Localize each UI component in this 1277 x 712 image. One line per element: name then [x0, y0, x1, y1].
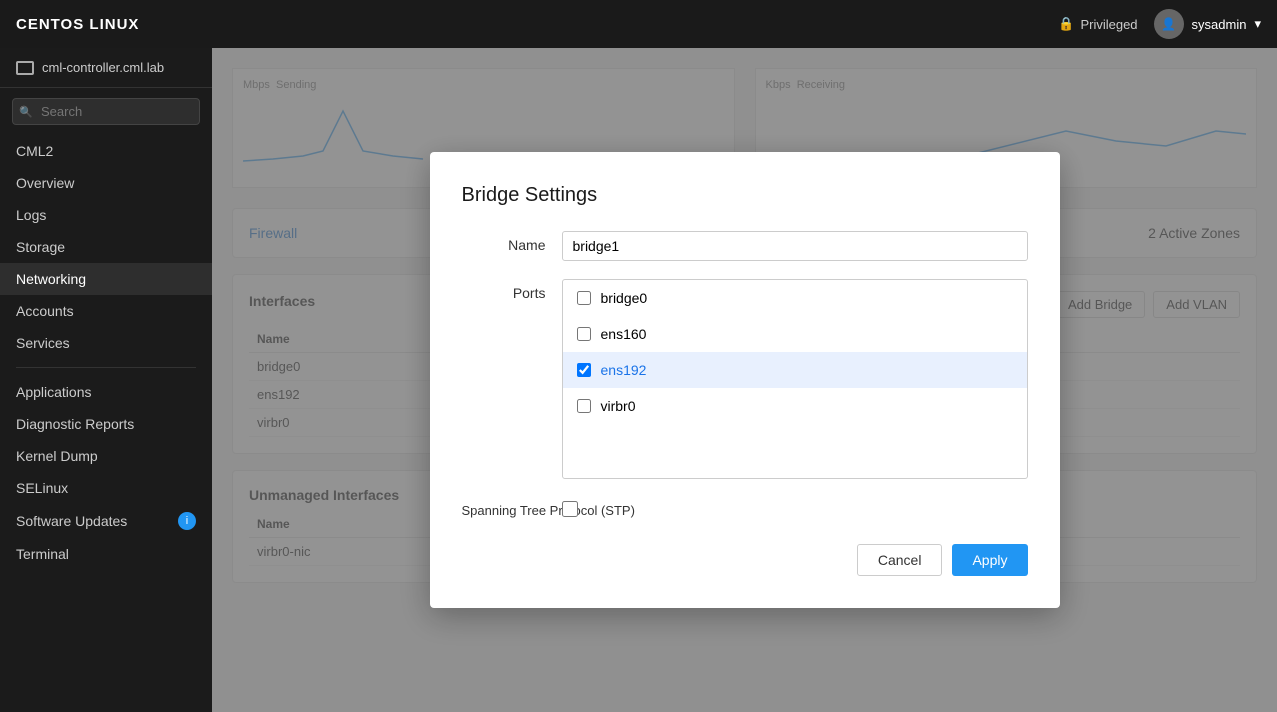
sidebar-item-software-updates[interactable]: Software Updates i	[0, 504, 212, 538]
port-item-ens160[interactable]: ens160	[563, 316, 1027, 352]
port-label-ens192: ens192	[601, 362, 647, 378]
host-icon	[16, 61, 34, 75]
modal-overlay: Bridge Settings Name Ports	[212, 48, 1277, 712]
layout: cml-controller.cml.lab CML2 Overview Log…	[0, 48, 1277, 712]
port-checkbox-ens192[interactable]	[577, 363, 591, 377]
software-updates-row: Software Updates i	[16, 512, 196, 530]
sidebar-item-accounts[interactable]: Accounts	[0, 295, 212, 327]
port-checkbox-ens160[interactable]	[577, 327, 591, 341]
port-label-virbr0: virbr0	[601, 398, 636, 414]
sidebar-item-accounts-label: Accounts	[16, 303, 74, 319]
sidebar-item-terminal-label: Terminal	[16, 546, 69, 562]
name-row: Name	[462, 231, 1028, 261]
port-label-bridge0: bridge0	[601, 290, 648, 306]
bridge-name-input[interactable]	[562, 231, 1028, 261]
sidebar-item-cml2-label: CML2	[16, 143, 53, 159]
software-updates-badge: i	[178, 512, 196, 530]
sidebar-item-networking-label: Networking	[16, 271, 86, 287]
sidebar-item-services[interactable]: Services	[0, 327, 212, 359]
avatar-icon: 👤	[1161, 17, 1176, 31]
topbar-right: 🔒 Privileged 👤 sysadmin ▾	[1058, 9, 1261, 39]
sidebar-divider	[16, 367, 196, 368]
cancel-button[interactable]: Cancel	[857, 544, 943, 576]
ports-control: bridge0 ens160 ens192	[562, 279, 1028, 479]
dialog-footer: Cancel Apply	[462, 544, 1028, 576]
sidebar-host-label: cml-controller.cml.lab	[42, 60, 164, 75]
ports-label: Ports	[462, 279, 562, 301]
avatar: 👤	[1154, 9, 1184, 39]
sidebar: cml-controller.cml.lab CML2 Overview Log…	[0, 48, 212, 712]
ports-row: Ports bridge0 en	[462, 279, 1028, 479]
port-checkbox-virbr0[interactable]	[577, 399, 591, 413]
port-item-virbr0[interactable]: virbr0	[563, 388, 1027, 424]
sidebar-item-storage-label: Storage	[16, 239, 65, 255]
stp-checkbox[interactable]	[562, 501, 578, 517]
sidebar-item-kernel-dump-label: Kernel Dump	[16, 448, 98, 464]
stp-label: Spanning Tree Protocol (STP)	[462, 497, 562, 518]
port-item-bridge0[interactable]: bridge0	[563, 280, 1027, 316]
sidebar-item-kernel-dump[interactable]: Kernel Dump	[0, 440, 212, 472]
ports-listbox[interactable]: bridge0 ens160 ens192	[562, 279, 1028, 479]
user-menu[interactable]: 👤 sysadmin ▾	[1154, 9, 1261, 39]
search-field-wrap	[12, 98, 200, 125]
ports-list: bridge0 ens160 ens192	[563, 280, 1027, 424]
port-label-ens160: ens160	[601, 326, 647, 342]
sidebar-item-overview-label: Overview	[16, 175, 74, 191]
sidebar-item-selinux-label: SELinux	[16, 480, 68, 496]
sidebar-item-logs-label: Logs	[16, 207, 46, 223]
dialog-title: Bridge Settings	[462, 184, 1028, 207]
sidebar-item-overview[interactable]: Overview	[0, 167, 212, 199]
sidebar-item-applications-label: Applications	[16, 384, 92, 400]
privileged-label: Privileged	[1080, 17, 1137, 32]
port-item-ens192[interactable]: ens192	[563, 352, 1027, 388]
sidebar-item-diagnostic-reports[interactable]: Diagnostic Reports	[0, 408, 212, 440]
stp-control	[562, 497, 1028, 520]
sidebar-item-selinux[interactable]: SELinux	[0, 472, 212, 504]
sidebar-item-software-updates-label: Software Updates	[16, 513, 127, 529]
bridge-settings-dialog: Bridge Settings Name Ports	[430, 152, 1060, 608]
sidebar-item-services-label: Services	[16, 335, 70, 351]
app-logo: CENTOS LINUX	[16, 16, 139, 33]
sidebar-item-storage[interactable]: Storage	[0, 231, 212, 263]
sidebar-item-terminal[interactable]: Terminal	[0, 538, 212, 570]
sidebar-item-networking[interactable]: Networking	[0, 263, 212, 295]
search-input[interactable]	[12, 98, 200, 125]
privileged-indicator: 🔒 Privileged	[1058, 16, 1137, 32]
sidebar-search-wrap	[0, 88, 212, 135]
username-label: sysadmin	[1192, 17, 1247, 32]
apply-button[interactable]: Apply	[952, 544, 1027, 576]
sidebar-host: cml-controller.cml.lab	[0, 48, 212, 88]
topbar: CENTOS LINUX 🔒 Privileged 👤 sysadmin ▾	[0, 0, 1277, 48]
name-control	[562, 231, 1028, 261]
sidebar-item-diagnostic-reports-label: Diagnostic Reports	[16, 416, 134, 432]
sidebar-item-applications[interactable]: Applications	[0, 376, 212, 408]
name-label: Name	[462, 231, 562, 253]
stp-row: Spanning Tree Protocol (STP)	[462, 497, 1028, 520]
port-checkbox-bridge0[interactable]	[577, 291, 591, 305]
sidebar-item-logs[interactable]: Logs	[0, 199, 212, 231]
sidebar-nav: CML2 Overview Logs Storage Networking Ac…	[0, 135, 212, 712]
main-content: Mbps Sending Kbps Receiving	[212, 48, 1277, 712]
lock-icon: 🔒	[1058, 16, 1074, 32]
sidebar-item-cml2[interactable]: CML2	[0, 135, 212, 167]
dialog-form: Name Ports	[462, 231, 1028, 520]
dropdown-icon: ▾	[1254, 16, 1261, 32]
